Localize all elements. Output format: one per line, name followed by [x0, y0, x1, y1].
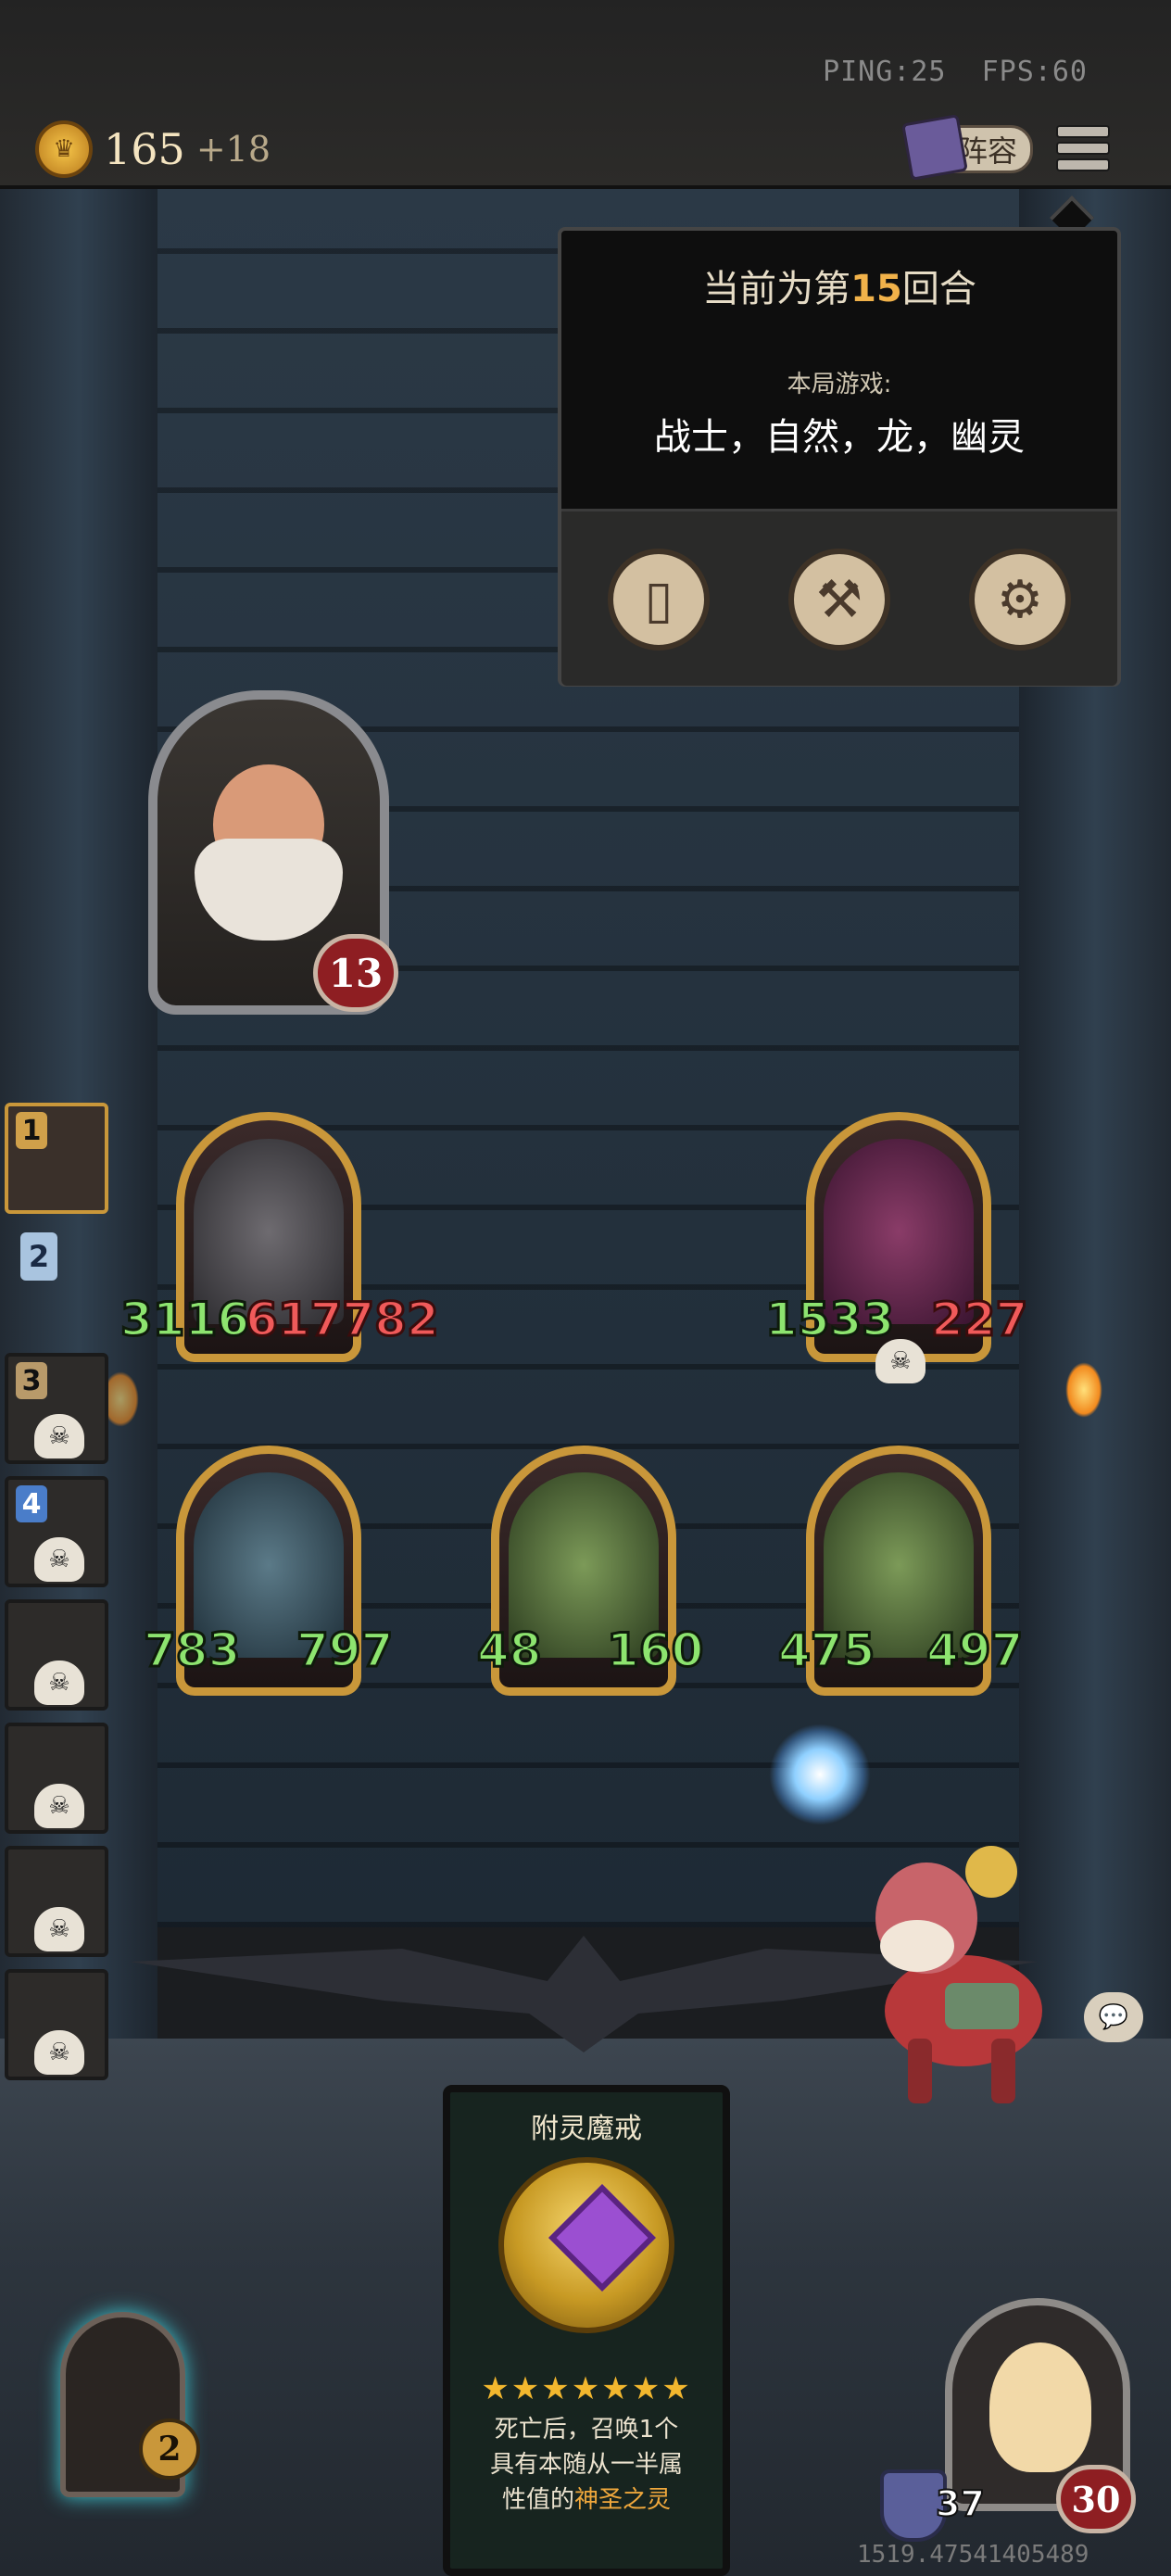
player-health-value: 30: [1071, 2478, 1121, 2520]
network-status: PING:25 FPS:60: [823, 56, 1088, 88]
player-rank-slot-8[interactable]: ☠: [5, 1969, 108, 2080]
player-rank-slot-6[interactable]: ☠: [5, 1723, 108, 1834]
player-rank-slot-1[interactable]: 1: [5, 1103, 108, 1214]
game-label: 本局游戏:: [787, 371, 892, 398]
gold-display: ♛ 165 +18: [35, 120, 271, 178]
player-rank-slot-7[interactable]: ☠: [5, 1846, 108, 1957]
skull-icon: ☠: [34, 1661, 84, 1705]
gear-icon: ⚙: [996, 569, 1044, 630]
minion-health: 617782: [245, 1292, 441, 1348]
item-description: 死亡后，召唤1个 具有本随从一半属 性值的神圣之灵: [460, 2412, 713, 2518]
skull-icon: ☠: [34, 1414, 84, 1458]
item-card[interactable]: 附灵魔戒 ★★★★★★★ 死亡后，召唤1个 具有本随从一半属 性值的神圣之灵: [443, 2085, 730, 2576]
ring-icon: [498, 2157, 674, 2333]
minion-health: 160: [605, 1623, 704, 1679]
chat-bubble-icon: 💬: [1098, 2003, 1129, 2031]
player-rank-slot-4[interactable]: 4 ☠: [5, 1476, 108, 1587]
chat-button[interactable]: 💬: [1084, 1992, 1143, 2042]
round-suffix: 回合: [901, 268, 976, 310]
pony-pet[interactable]: [852, 1835, 1084, 2113]
rank-badge: 1: [16, 1112, 47, 1149]
axe-icon: ⚒: [815, 569, 863, 630]
crown-coin-icon: ♛: [35, 120, 93, 178]
opponent-health-badge: 13: [313, 934, 398, 1012]
rank-badge-2: 2: [20, 1232, 57, 1281]
player-rank-slot-5[interactable]: ☠: [5, 1599, 108, 1711]
item-stars: ★★★★★★★: [481, 2370, 692, 2407]
round-info-popup: 当前为第15回合 本局游戏: 战士，自然，龙，幽灵 ▯ ⚒ ⚙: [558, 227, 1121, 687]
popup-actions: ▯ ⚒ ⚙: [561, 509, 1117, 686]
item-title: 附灵魔戒: [531, 2113, 642, 2145]
opponent-health-value: 13: [328, 950, 384, 996]
round-prefix: 当前为第: [702, 268, 851, 310]
minion-attack: 3116: [119, 1292, 250, 1348]
coordinate-readout: 1519.47541405489: [857, 2541, 1089, 2569]
desc-line: 具有本随从一半属: [489, 2451, 683, 2479]
princess-face: [989, 2342, 1091, 2472]
axe-button[interactable]: ⚒: [788, 549, 890, 650]
codex-book-button[interactable]: ▯: [608, 549, 710, 650]
book-icon: [901, 114, 968, 181]
desc-line: 性值的神圣之灵: [460, 2482, 713, 2518]
round-number: 15: [850, 268, 902, 310]
dwarf-beard: [195, 839, 343, 941]
skull-icon: ☠: [34, 2030, 84, 2075]
menu-bar-icon: [1056, 158, 1110, 171]
magic-spark-effect: [769, 1724, 871, 1825]
book-icon: ▯: [644, 569, 674, 630]
minion-attack: 48: [476, 1623, 544, 1679]
desc-prefix: 性值的: [501, 2486, 574, 2514]
ping-value: PING:25: [823, 56, 947, 88]
skull-icon: ☠: [34, 1907, 84, 1951]
settings-button[interactable]: ⚙: [969, 549, 1071, 650]
minion-health: 497: [925, 1623, 1024, 1679]
round-text: 当前为第15回合: [561, 259, 1117, 312]
skull-icon: ☠: [34, 1537, 84, 1582]
desc-highlight: 神圣之灵: [574, 2486, 672, 2514]
menu-bar-icon: [1056, 125, 1110, 138]
gold-amount: 165: [104, 124, 185, 174]
skull-icon: ☠: [875, 1339, 925, 1383]
rank-badge: 3: [16, 1362, 47, 1399]
tribes-list: 战士，自然，龙，幽灵: [654, 416, 1025, 459]
fps-value: FPS:60: [981, 56, 1088, 88]
minion-attack: 475: [776, 1623, 875, 1679]
rank-badge: 4: [16, 1485, 47, 1522]
minion-health: 797: [295, 1623, 394, 1679]
player-rank-slot-3[interactable]: 3 ☠: [5, 1353, 108, 1464]
armor-value: 37: [935, 2482, 986, 2525]
minion-attack: 1533: [763, 1292, 895, 1348]
desc-line: 死亡后，召唤1个: [494, 2416, 679, 2443]
minion-health: 227: [929, 1292, 1028, 1348]
torch-flame-right: [1065, 1362, 1102, 1418]
minion-attack: 783: [142, 1623, 241, 1679]
skull-icon: ☠: [34, 1784, 84, 1828]
menu-button[interactable]: [1056, 125, 1110, 171]
menu-bar-icon: [1056, 142, 1110, 155]
gem-icon: [548, 2184, 656, 2292]
player-health-badge: 30: [1056, 2465, 1136, 2533]
gold-increment: +18: [195, 129, 271, 170]
mirror-count-badge: 2: [139, 2418, 200, 2480]
